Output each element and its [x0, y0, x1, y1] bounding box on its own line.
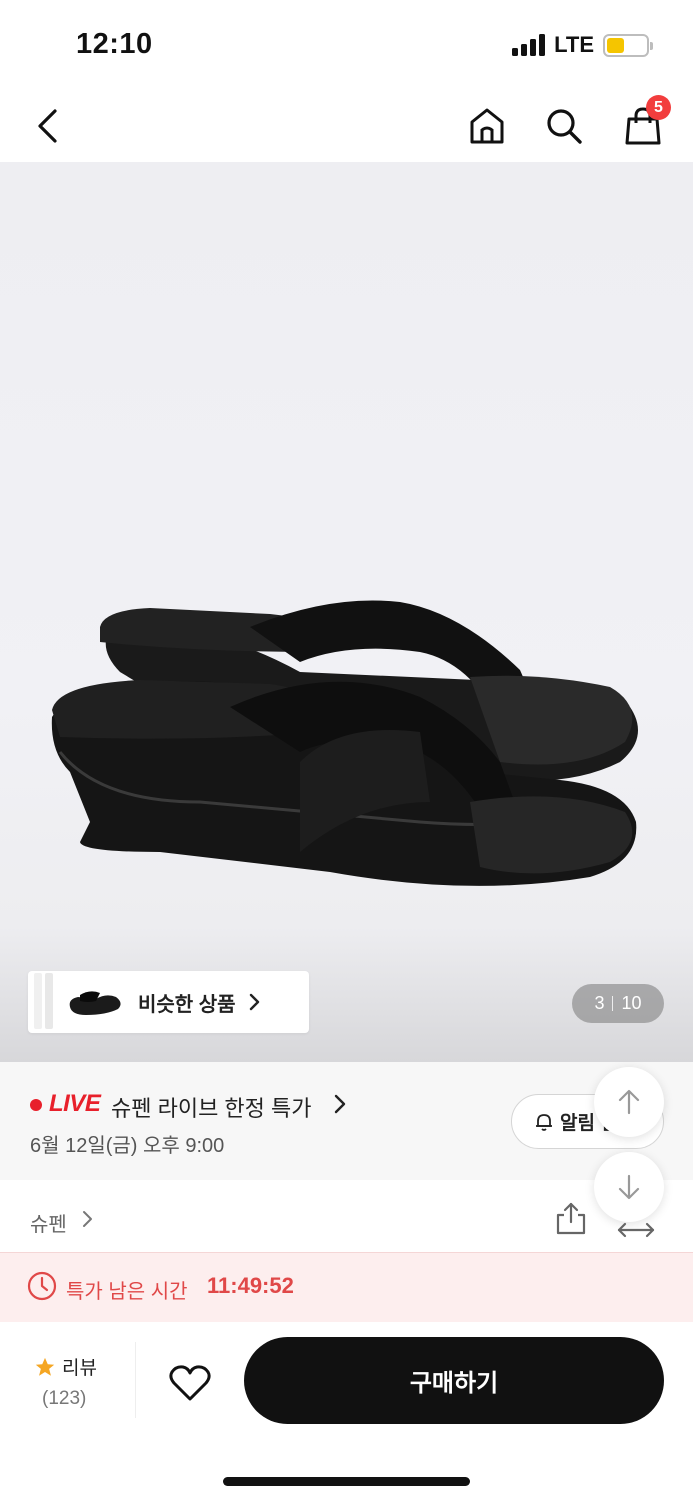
clock-icon	[27, 1271, 57, 1301]
search-icon	[547, 109, 582, 144]
bell-plus-icon	[536, 1113, 552, 1131]
brand-row	[0, 1180, 693, 1252]
back-button[interactable]	[22, 100, 74, 152]
chevron-left-icon	[38, 109, 57, 143]
sandal-illustration	[51, 600, 638, 886]
live-title[interactable]: 슈펜 라이브 한정 특가	[111, 1091, 312, 1123]
battery-icon	[603, 33, 653, 57]
review-summary[interactable]: 리뷰	[34, 1353, 134, 1380]
chevron-right-icon	[83, 1211, 92, 1227]
product-image[interactable]	[0, 162, 693, 1062]
similar-products-card[interactable]: 비슷한 상품	[28, 971, 309, 1033]
status-time: 12:10	[76, 28, 153, 60]
compare-arrows-icon	[617, 1222, 655, 1238]
star-icon	[35, 1357, 55, 1376]
arrow-up-icon	[618, 1089, 640, 1115]
divider	[135, 1342, 136, 1418]
wishlist-button[interactable]	[163, 1356, 217, 1410]
image-page-indicator: 3 10	[572, 984, 664, 1023]
heart-icon	[169, 1365, 211, 1401]
compare-button[interactable]	[616, 1212, 656, 1243]
live-date: 6월 12일(금) 오후 9:00	[30, 1135, 225, 1157]
similar-products-label: 비슷한 상품	[138, 993, 236, 1016]
top-nav	[0, 90, 693, 162]
page-current: 3	[594, 993, 605, 1013]
scroll-top-button[interactable]	[594, 1067, 664, 1137]
home-indicator	[223, 1477, 470, 1486]
review-count: (123)	[42, 1388, 87, 1409]
share-icon	[556, 1202, 586, 1235]
brand-link[interactable]: 슈펜	[30, 1208, 67, 1237]
cart-count-badge: 5	[646, 95, 671, 120]
page-total: 10	[621, 993, 642, 1013]
buy-button[interactable]: 구매하기	[244, 1337, 664, 1424]
similar-product-thumbnail	[69, 991, 121, 1015]
chevron-right-icon	[249, 993, 259, 1011]
sale-timer-value: 11:49:52	[207, 1273, 294, 1298]
chevron-right-icon	[334, 1094, 346, 1114]
network-type: LTE	[554, 32, 594, 57]
home-icon	[470, 108, 504, 144]
similar-thumbnail-strip	[30, 971, 53, 1033]
sale-timer-label: 특가 남은 시간	[66, 1281, 188, 1303]
search-button[interactable]	[538, 100, 590, 152]
share-button[interactable]	[553, 1200, 589, 1241]
live-tag: LIVE	[49, 1090, 101, 1117]
status-icons: LTE	[512, 32, 653, 58]
live-dot	[30, 1099, 42, 1111]
review-label: 리뷰	[62, 1358, 97, 1379]
home-button[interactable]	[461, 100, 513, 152]
status-bar: 12:10 LTE	[0, 0, 693, 90]
signal-icon	[512, 34, 546, 56]
